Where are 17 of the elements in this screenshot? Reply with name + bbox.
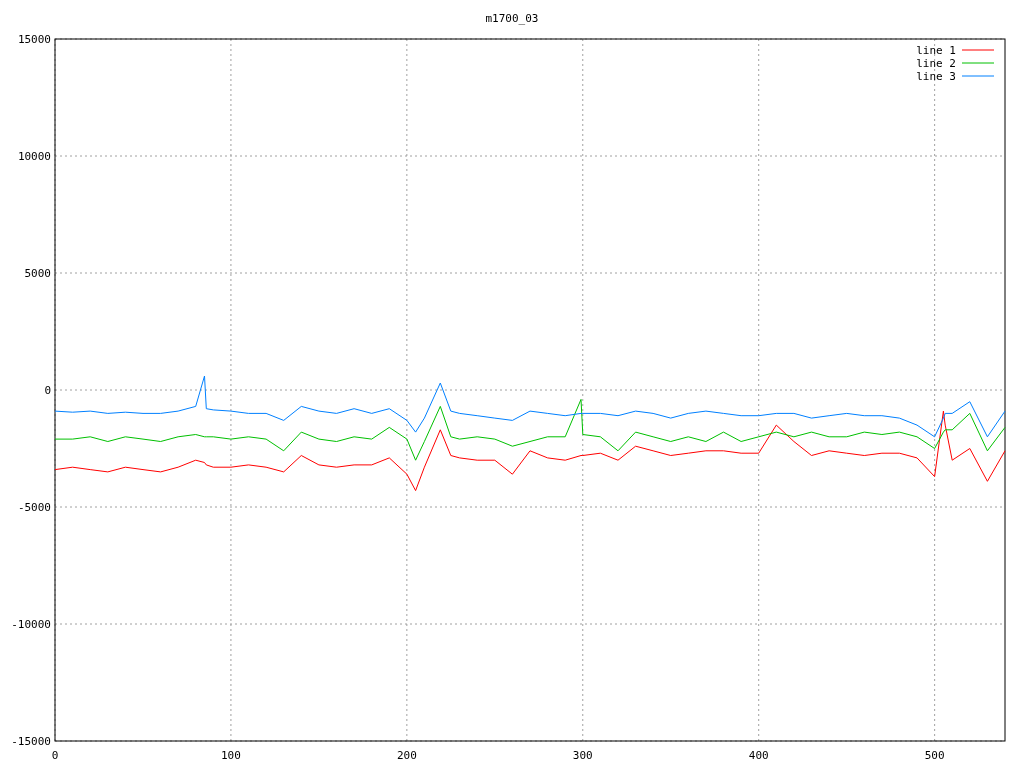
y-tick-label: 5000 xyxy=(24,267,51,280)
legend-label: line 2 xyxy=(916,57,956,70)
y-tick-label: -15000 xyxy=(11,735,51,748)
x-tick-label: 400 xyxy=(748,749,769,762)
x-tick-label: 100 xyxy=(221,749,241,762)
x-tick-label: 300 xyxy=(572,749,593,762)
y-tick-label: 15000 xyxy=(17,33,51,46)
y-tick-label: 0 xyxy=(44,384,51,397)
x-tick-label: 0 xyxy=(51,749,59,762)
x-tick-label: 500 xyxy=(924,749,945,762)
chart-title: m1700_03 xyxy=(485,12,539,25)
legend-label: line 1 xyxy=(916,44,956,57)
y-tick-label: -5000 xyxy=(17,501,51,514)
x-tick-label: 200 xyxy=(396,749,417,762)
y-tick-label: -10000 xyxy=(11,618,51,631)
legend-label: line 3 xyxy=(916,70,956,83)
y-tick-label: 10000 xyxy=(17,150,51,163)
